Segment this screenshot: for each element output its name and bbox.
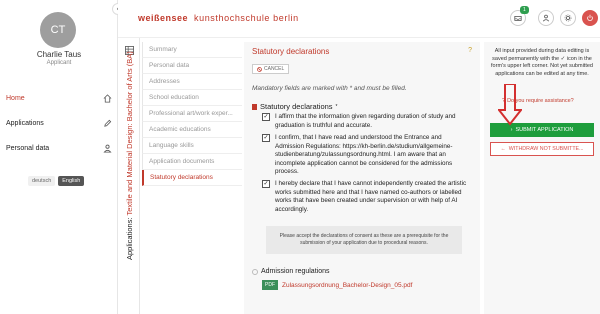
declaration-2-text: I confirm, that I have read and understo… (275, 134, 453, 176)
declaration-1-checkbox[interactable]: ✓ (262, 113, 270, 121)
profile-button[interactable] (538, 10, 554, 26)
nav-personal-data-label: Personal data (6, 144, 50, 152)
step-school-education[interactable]: School education (142, 90, 242, 106)
pdf-tag: PDF (262, 280, 278, 290)
application-title: Applications: Textile and Material Desig… (125, 51, 134, 260)
step-application-documents[interactable]: Application documents (142, 154, 242, 170)
nav-personal-data[interactable]: Personal data (6, 141, 112, 155)
info-dot-icon (252, 268, 258, 275)
declaration-3: ✓ I hereby declare that I have cannot in… (262, 180, 470, 214)
declaration-1: ✓ I affirm that the information given re… (262, 113, 470, 130)
admission-regulations-heading: Admission regulations (252, 268, 329, 275)
step-addresses[interactable]: Addresses (142, 74, 242, 90)
lang-deutsch[interactable]: deutsch (28, 176, 56, 186)
user-role: Applicant (46, 60, 72, 66)
cancel-label: CANCEL (264, 66, 285, 72)
logo-weissensee[interactable]: weißensee (138, 13, 188, 23)
application-prefix: Applications: (125, 217, 134, 260)
inbox-button[interactable]: 1 (510, 6, 529, 26)
course-name: Textile and Material Design: Bachelor of… (125, 51, 134, 216)
declaration-3-text: I hereby declare that I have cannot inde… (275, 180, 467, 213)
consent-note: Please accept the declarations of consen… (266, 226, 462, 254)
mandatory-note: Mandatory fields are marked with * and m… (252, 85, 407, 92)
language-switcher: deutsch English (28, 176, 85, 186)
step-personal-data[interactable]: Personal data (142, 58, 242, 74)
nav-home-label: Home (6, 94, 25, 102)
step-professional-experience[interactable]: Professional art/work exper... (142, 106, 242, 122)
person-icon (542, 14, 550, 22)
arrow-left-icon: ← (500, 146, 506, 152)
declarations-heading-text: Statutory declarations (260, 102, 333, 111)
pdf-attachment[interactable]: PDF Zulassungsordnung_Bachelor-Design_05… (262, 280, 412, 290)
home-icon (103, 93, 112, 103)
withdraw-button[interactable]: ← WITHDRAW NOT SUBMITTE... (490, 142, 594, 156)
pdf-link[interactable]: Zulassungsordnung_Bachelor-Design_05.pdf (282, 282, 412, 289)
top-header: weißensee kunsthochschule berlin 1 (118, 0, 600, 38)
logout-button[interactable] (582, 10, 598, 26)
inbox-icon (514, 15, 522, 21)
cancel-icon (257, 66, 262, 72)
power-icon (587, 14, 593, 21)
page-title: Statutory declarations (252, 47, 330, 56)
step-navigation: Summary Personal data Addresses School e… (142, 42, 242, 186)
admission-regulations-label: Admission regulations (261, 268, 330, 275)
user-name: Charlie Taus (36, 50, 82, 59)
pencil-icon (103, 119, 112, 128)
flag-icon (252, 103, 257, 110)
withdraw-label: WITHDRAW NOT SUBMITTE... (508, 146, 584, 152)
declaration-2-checkbox[interactable]: ✓ (262, 134, 270, 142)
avatar[interactable]: CT (40, 12, 76, 48)
step-academic-educations[interactable]: Academic educations (142, 122, 242, 138)
lang-english[interactable]: English (58, 176, 85, 186)
declaration-3-checkbox[interactable]: ✓ (262, 180, 270, 188)
main-form: Statutory declarations ? CANCEL Mandator… (244, 42, 480, 314)
left-sidebar: CT Charlie Taus Applicant Home Applicati… (0, 0, 118, 314)
nav-applications[interactable]: Applications (6, 116, 112, 130)
declaration-1-text: I affirm that the information given rega… (275, 113, 456, 129)
submit-label: SUBMIT APPLICATION (515, 127, 574, 133)
nav-applications-label: Applications (6, 119, 44, 127)
logo-kunsthochschule[interactable]: kunsthochschule berlin (194, 13, 299, 23)
step-summary[interactable]: Summary (142, 42, 242, 58)
info-text: All input provided during data editing i… (491, 48, 593, 77)
settings-button[interactable] (560, 10, 576, 26)
step-language-skills[interactable]: Language skills (142, 138, 242, 154)
gear-icon (564, 14, 572, 22)
right-panel: All input provided during data editing i… (484, 42, 600, 314)
nav-home[interactable]: Home (6, 91, 112, 105)
person-icon (103, 144, 112, 153)
help-icon[interactable]: ? (468, 47, 472, 54)
cancel-button[interactable]: CANCEL (252, 64, 290, 74)
required-asterisk: * (335, 103, 338, 110)
app-root: CT Charlie Taus Applicant Home Applicati… (0, 0, 600, 314)
declaration-2: ✓ I confirm, that I have read and unders… (262, 134, 470, 177)
red-arrow-annotation (498, 84, 522, 126)
step-statutory-declarations[interactable]: Statutory declarations (142, 170, 242, 186)
declarations-heading: Statutory declarations * (252, 102, 338, 111)
inbox-badge: 1 (520, 6, 529, 14)
